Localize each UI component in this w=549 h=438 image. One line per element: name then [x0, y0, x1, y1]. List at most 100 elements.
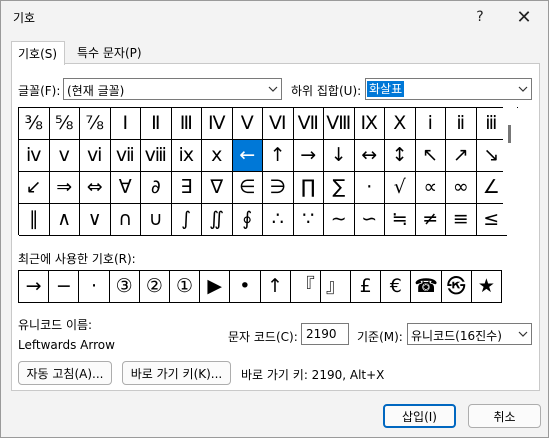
symbol-cell[interactable]: Ⅰ	[110, 108, 141, 140]
symbol-cell[interactable]: ∥	[19, 204, 50, 236]
symbol-cell[interactable]: ⅱ	[446, 108, 477, 140]
chevron-down-icon[interactable]	[514, 324, 531, 344]
font-combobox[interactable]: (현재 글꼴)	[63, 78, 282, 100]
symbol-cell[interactable]: ∨	[80, 204, 111, 236]
symbol-cell[interactable]: ⅞	[80, 108, 111, 140]
symbol-cell[interactable]: ∪	[141, 204, 172, 236]
symbol-cell[interactable]: ∞	[446, 172, 477, 204]
symbol-cell[interactable]: ⅶ	[110, 140, 141, 172]
symbol-cell[interactable]: ∀	[110, 172, 141, 204]
symbol-cell[interactable]: ∫	[171, 204, 202, 236]
symbol-cell[interactable]: ↕	[385, 140, 416, 172]
help-icon: ?	[476, 9, 484, 25]
dialog-footer	[1, 393, 548, 437]
symbol-cell[interactable]: ∴	[263, 204, 294, 236]
symbol-cell[interactable]: ∏	[293, 172, 324, 204]
font-label: 글꼴(F):	[18, 84, 61, 98]
shortcut-key-button[interactable]: 바로 가기 키(K)...	[122, 361, 231, 385]
symbol-cell[interactable]: ∩	[110, 204, 141, 236]
symbol-cell[interactable]: ↑	[263, 140, 294, 172]
symbol-cell[interactable]: Ⅱ	[141, 108, 172, 140]
symbol-cell[interactable]: ∝	[415, 172, 446, 204]
symbol-cell[interactable]: ↗	[446, 140, 477, 172]
symbol-cell[interactable]: ↖	[415, 140, 446, 172]
tab-special-characters[interactable]: 특수 문자(P)	[71, 41, 153, 64]
symbol-cell[interactable]: ⅷ	[141, 140, 172, 172]
scrollbar-thumb[interactable]	[508, 125, 511, 143]
symbol-cell[interactable]: ∑	[324, 172, 355, 204]
symbol-cell[interactable]: ∧	[49, 204, 80, 236]
recent-symbol-cell[interactable]: ·	[79, 271, 110, 303]
symbol-cell[interactable]: ≒	[385, 204, 416, 236]
symbol-cell[interactable]: Ⅳ	[202, 108, 233, 140]
symbol-cell[interactable]: ∇	[202, 172, 233, 204]
symbol-cell[interactable]: ⅹ	[202, 140, 233, 172]
recent-symbol-cell[interactable]: −	[49, 271, 80, 303]
symbol-cell[interactable]: ∽	[354, 204, 385, 236]
symbol-cell[interactable]: ←	[232, 140, 263, 172]
recent-symbol-cell[interactable]: →	[19, 271, 50, 303]
recent-symbol-cell[interactable]: ☎	[411, 271, 442, 303]
symbol-cell[interactable]: ⇔	[80, 172, 111, 204]
recent-symbol-cell[interactable]: ▶	[200, 271, 231, 303]
symbol-cell[interactable]: ≡	[446, 204, 477, 236]
symbol-cell[interactable]: Ⅶ	[293, 108, 324, 140]
symbol-cell[interactable]: ∂	[141, 172, 172, 204]
chevron-down-icon[interactable]	[264, 79, 281, 99]
symbol-cell[interactable]: Ⅵ	[263, 108, 294, 140]
symbol-cell[interactable]: ↓	[324, 140, 355, 172]
close-button[interactable]: ✕	[502, 1, 546, 33]
symbol-cell[interactable]: ≠	[415, 204, 446, 236]
recent-symbol-cell[interactable]: ㉿	[441, 271, 472, 303]
symbol-cell[interactable]: ·	[354, 172, 385, 204]
char-code-label: 문자 코드(C):	[228, 330, 298, 344]
symbol-cell[interactable]: ∬	[202, 204, 233, 236]
symbol-cell[interactable]: ↙	[19, 172, 50, 204]
from-combobox[interactable]: 유니코드(16진수)	[407, 323, 532, 345]
help-button[interactable]: ?	[458, 1, 502, 33]
char-code-input[interactable]: 2190	[301, 323, 349, 345]
symbol-cell[interactable]: ∮	[232, 204, 263, 236]
symbol-cell[interactable]: ↔	[354, 140, 385, 172]
autocorrect-button[interactable]: 자동 고침(A)...	[18, 361, 112, 385]
symbol-cell[interactable]: ∼	[324, 204, 355, 236]
recent-symbols-grid: → − · ③ ② ① ▶ • ↑ 『』 £ € ☎ ㉿ ★	[18, 270, 502, 303]
recent-symbols-label: 최근에 사용한 기호(R):	[18, 252, 136, 266]
symbol-cell[interactable]: ⅰ	[415, 108, 446, 140]
symbol-cell[interactable]: Ⅷ	[324, 108, 355, 140]
symbol-cell[interactable]: Ⅲ	[171, 108, 202, 140]
recent-symbol-cell[interactable]: 』	[320, 271, 352, 303]
recent-symbol-cell[interactable]: •	[230, 271, 261, 303]
symbol-cell[interactable]: Ⅸ	[354, 108, 385, 140]
recent-symbol-cell[interactable]: ↑	[260, 271, 291, 303]
cancel-button[interactable]: 취소	[468, 404, 541, 428]
tab-symbols[interactable]: 기호(S)	[11, 41, 65, 65]
symbol-cell[interactable]: √	[385, 172, 416, 204]
symbol-cell[interactable]: →	[293, 140, 324, 172]
recent-symbol-cell[interactable]: ★	[471, 271, 502, 303]
recent-symbol-cell[interactable]: ③	[109, 271, 140, 303]
chevron-down-icon[interactable]	[514, 79, 531, 99]
symbol-cell[interactable]: ⅝	[49, 108, 80, 140]
symbol-cell[interactable]: ⅴ	[49, 140, 80, 172]
symbol-grid-scrollbar[interactable]	[503, 107, 517, 235]
symbol-cell[interactable]: Ⅹ	[385, 108, 416, 140]
symbol-cell[interactable]: ⅜	[19, 108, 50, 140]
symbol-cell[interactable]: ⅵ	[80, 140, 111, 172]
symbol-cell[interactable]: ∈	[232, 172, 263, 204]
symbol-cell[interactable]: ∵	[293, 204, 324, 236]
insert-button[interactable]: 삽입(I)	[383, 404, 456, 428]
recent-symbol-cell[interactable]: 『	[290, 271, 321, 303]
symbol-cell[interactable]: ⇒	[49, 172, 80, 204]
symbol-cell[interactable]: ⅸ	[171, 140, 202, 172]
symbol-cell[interactable]: ∃	[171, 172, 202, 204]
symbol-cell[interactable]: ∋	[263, 172, 294, 204]
symbol-grid: ⅜ ⅝ ⅞ Ⅰ Ⅱ Ⅲ Ⅳ Ⅴ Ⅵ Ⅶ Ⅷ Ⅸ Ⅹⅰ ⅱ ⅲ ⅳ ⅴ ⅵ ⅶ ⅷ ⅸ ⅹ ← ↑ → ↓ ↔ ↕ ↖ ↗ ↘ ↙ ⇒ ⇔ ∀ ∂ ∃ ∇ ∈…	[18, 107, 518, 236]
recent-symbol-cell[interactable]: €	[381, 271, 412, 303]
recent-symbol-cell[interactable]: ①	[169, 271, 201, 303]
subset-combobox[interactable]: 화살표	[365, 78, 532, 100]
recent-symbol-cell[interactable]: £	[351, 271, 382, 303]
symbol-cell[interactable]: Ⅴ	[232, 108, 263, 140]
symbol-cell[interactable]: ⅳ	[19, 140, 50, 172]
recent-symbol-cell[interactable]: ②	[139, 271, 170, 303]
